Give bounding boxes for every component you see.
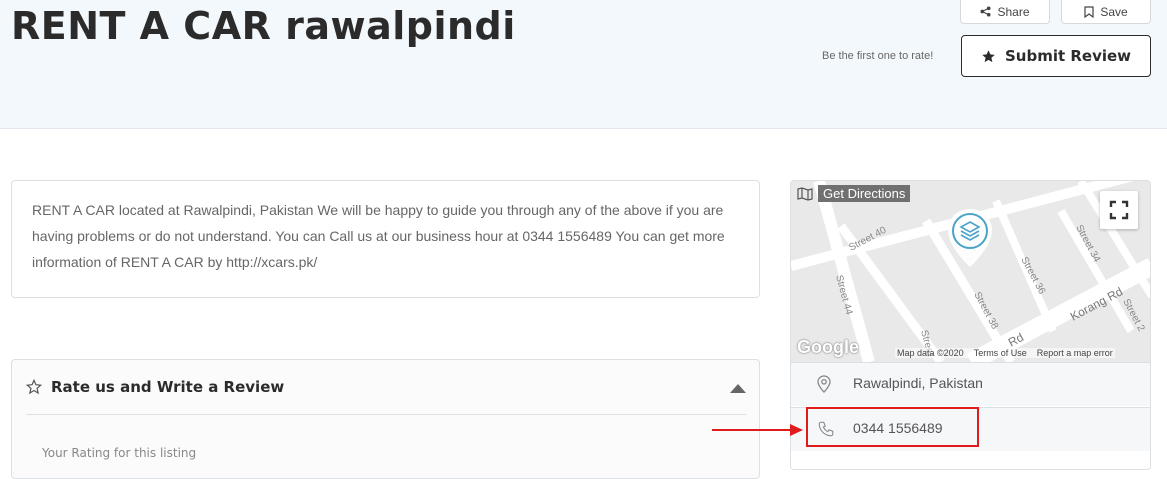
share-icon <box>980 6 992 17</box>
share-button[interactable]: Share <box>960 0 1050 24</box>
google-logo: Google <box>797 337 859 357</box>
submit-review-button[interactable]: Submit Review <box>961 35 1151 77</box>
star-icon <box>982 49 995 62</box>
share-label: Share <box>997 4 1030 19</box>
submit-review-label: Submit Review <box>1004 47 1132 65</box>
map-view[interactable]: Street 40 Street 44 Street 38 Street 36 … <box>791 181 1150 362</box>
page-title: RENT A CAR rawalpindi <box>11 4 516 48</box>
fullscreen-icon <box>1109 200 1129 220</box>
fullscreen-button[interactable] <box>1100 191 1138 229</box>
review-divider <box>26 414 746 415</box>
annotation-arrow-icon <box>712 424 803 436</box>
review-panel: Rate us and Write a Review Your Rating f… <box>11 359 760 479</box>
rating-hint: Be the first one to rate! <box>822 50 934 62</box>
rating-field-label: Your Rating for this listing <box>42 446 197 460</box>
location-pin-icon <box>817 375 831 393</box>
address-row: Rawalpindi, Pakistan <box>791 362 1150 406</box>
report-map-error-link[interactable]: Report a map error <box>1037 348 1113 358</box>
map-icon <box>797 186 813 201</box>
map-attribution: Map data ©2020 Terms of Use Report a map… <box>895 348 1115 358</box>
phone-highlight-box <box>806 407 979 447</box>
get-directions-label: Get Directions <box>818 185 911 202</box>
address-text: Rawalpindi, Pakistan <box>853 375 983 391</box>
save-label: Save <box>1100 4 1128 19</box>
map-data-text: Map data ©2020 <box>897 348 964 358</box>
save-button[interactable]: Save <box>1061 0 1151 24</box>
collapse-caret-icon[interactable] <box>730 384 746 393</box>
get-directions-link[interactable]: Get Directions <box>797 185 911 202</box>
listing-description: RENT A CAR located at Rawalpindi, Pakist… <box>11 180 760 298</box>
listing-header: RENT A CAR rawalpindi Share Save Be the … <box>0 0 1167 129</box>
location-marker-icon[interactable] <box>945 207 995 269</box>
review-panel-title: Rate us and Write a Review <box>51 378 285 396</box>
star-outline-icon <box>26 379 42 395</box>
terms-of-use-link[interactable]: Terms of Use <box>974 348 1027 358</box>
description-text: RENT A CAR located at Rawalpindi, Pakist… <box>32 202 725 270</box>
bookmark-icon <box>1084 5 1094 18</box>
